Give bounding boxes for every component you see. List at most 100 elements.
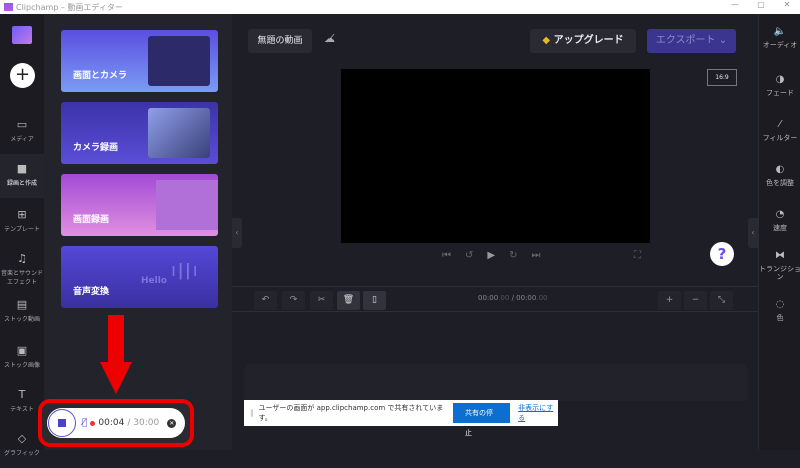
app-logo-icon: [4, 3, 13, 11]
left-nav: + ▭ メディア ■ 録画と作成 ⊞ テンプレート ♫ 音楽とサウンドエフェクト ▤ スト…: [0, 14, 44, 457]
stop-recording-button[interactable]: [48, 409, 76, 437]
card-label: 音声変換: [73, 287, 110, 297]
maximize-button[interactable]: ▢: [748, 0, 774, 9]
hello-text: Hello: [141, 276, 167, 286]
cancel-recording-icon[interactable]: ✕: [167, 418, 177, 428]
close-button[interactable]: ✕: [774, 0, 800, 9]
right-fade[interactable]: ◑ フェード: [759, 74, 800, 97]
nav-stock-video[interactable]: ▤ ストック動画: [0, 290, 44, 334]
music-icon: ♫: [17, 252, 27, 265]
rewind-5-icon[interactable]: ↺: [465, 250, 473, 261]
right-label: 色を調整: [766, 179, 794, 187]
zoom-in-icon[interactable]: +: [658, 291, 681, 310]
recording-highlight: 🎙̸ 00:04 / 30:00 ✕: [38, 399, 194, 447]
export-label: エクスポート: [655, 35, 716, 46]
collapse-left-panel[interactable]: ‹: [232, 218, 242, 248]
export-button[interactable]: エクスポート ⌄: [647, 29, 736, 53]
share-message: ユーザーの画面が app.clipchamp.com で共有されています。: [258, 404, 444, 422]
right-adjust-color[interactable]: ◐ 色を調整: [759, 164, 800, 187]
skip-forward-icon[interactable]: ⏭: [531, 250, 540, 261]
fit-timeline-icon[interactable]: ⤡: [710, 291, 733, 310]
nav-music[interactable]: ♫ 音楽とサウンドエフェクト: [0, 244, 44, 294]
right-label: フィルター: [762, 134, 798, 142]
contrast-icon: ◐: [775, 164, 785, 175]
card-screen-and-camera[interactable]: 画面とカメラ: [61, 30, 218, 92]
nav-label: ストック動画: [3, 316, 40, 323]
right-transition[interactable]: ⧓ トランジション: [759, 250, 800, 281]
undo-icon[interactable]: ↶: [254, 291, 277, 310]
right-audio[interactable]: 🔈 オーディオ: [759, 26, 800, 49]
nav-label: 録画と作成: [6, 180, 37, 187]
collapse-right-panel[interactable]: ‹: [748, 218, 758, 248]
hide-link[interactable]: 非表示にする: [518, 403, 558, 423]
image-icon: ▣: [16, 344, 28, 357]
nav-templates[interactable]: ⊞ テンプレート: [0, 200, 44, 244]
recording-dot-icon: [90, 420, 96, 426]
project-title[interactable]: 無題の動画: [248, 29, 312, 53]
right-sidebar: 🔈 オーディオ ◑ フェード ⁄ フィルター ◐ 色を調整 ◔ 速度 ⧓ トランジション ◌…: [758, 14, 800, 450]
aspect-ratio-button[interactable]: 16:9: [707, 69, 737, 86]
card-label: 画面録画: [73, 215, 110, 225]
time-divider: /: [511, 294, 514, 302]
annotation-arrow-shaft: [108, 315, 124, 365]
nav-media[interactable]: ▭ メディア: [0, 110, 44, 154]
current-frac: .00: [498, 294, 510, 302]
upgrade-label: アップグレード: [553, 35, 624, 46]
fade-icon: ◑: [775, 74, 785, 85]
right-label: トランジション: [759, 265, 800, 281]
card-text-to-speech[interactable]: Hello ıǀǀı 音声変換: [61, 246, 218, 308]
minimize-button[interactable]: —: [722, 0, 748, 9]
card-camera-recording[interactable]: カメラ録画: [61, 102, 218, 164]
right-label: 色: [776, 314, 784, 322]
screen-camera-thumbnail: [148, 36, 210, 86]
camera-icon: ■: [16, 162, 28, 175]
zoom-out-icon[interactable]: −: [684, 291, 707, 310]
elapsed-time: 00:04: [98, 418, 125, 428]
upgrade-button[interactable]: ◆ アップグレード: [530, 29, 636, 53]
add-button[interactable]: +: [10, 63, 35, 88]
skip-back-icon[interactable]: ⏮: [442, 250, 451, 261]
title-bar: Clipchamp – 動画エディター — ▢ ✕: [0, 0, 800, 14]
template-icon: ⊞: [17, 208, 27, 221]
help-button[interactable]: ?: [710, 242, 734, 266]
chevron-down-icon: ⌄: [718, 35, 728, 46]
timeline-track[interactable]: [245, 364, 747, 401]
mic-muted-icon[interactable]: 🎙̸: [82, 418, 87, 428]
nav-label: メディア: [10, 136, 34, 143]
forward-5-icon[interactable]: ↻: [509, 250, 517, 261]
right-filter[interactable]: ⁄ フィルター: [759, 119, 800, 142]
timeline-toolbar: ↶ ↷ ✂ 🗑 ▯ 00:00.00 / 00:00.00 + − ⤡: [232, 286, 758, 312]
wand-icon: ⁄: [779, 119, 781, 130]
card-label: カメラ録画: [73, 143, 119, 153]
stop-sharing-button[interactable]: 共有の停止: [453, 403, 511, 437]
delete-icon[interactable]: 🗑: [337, 291, 360, 310]
nav-label: テンプレート: [4, 226, 40, 233]
editor-main: 無題の動画 ☁̸ ◆ アップグレード エクスポート ⌄ 16:9 ⏮ ↺ ▶ ↻…: [232, 14, 758, 450]
limit-value: 30:00: [133, 418, 160, 428]
nav-label: ストック画像: [3, 362, 40, 369]
nav-label: 音楽とサウンドエフェクト: [0, 270, 43, 286]
cut-icon[interactable]: ✂: [310, 291, 333, 310]
card-screen-recording[interactable]: 画面録画: [61, 174, 218, 236]
camera-thumbnail: [148, 108, 210, 158]
right-speed[interactable]: ◔ 速度: [759, 209, 800, 232]
clipchamp-logo-icon: [12, 26, 32, 44]
speedometer-icon: ◔: [775, 209, 785, 220]
right-color[interactable]: ◌ 色: [759, 299, 800, 322]
right-label: オーディオ: [762, 41, 798, 49]
text-icon: T: [18, 388, 26, 401]
drag-handle-icon[interactable]: ‖: [250, 409, 254, 417]
cloud-off-icon[interactable]: ☁̸: [324, 32, 335, 45]
folder-icon: ▭: [16, 118, 28, 131]
play-icon[interactable]: ▶: [487, 250, 495, 261]
nav-record-create[interactable]: ■ 録画と作成: [0, 154, 44, 198]
screen-thumbnail: [156, 180, 218, 230]
fullscreen-icon[interactable]: ⛶: [634, 250, 641, 261]
record-create-panel: 画面とカメラ カメラ録画 画面録画 Hello ıǀǀı 音声変換: [44, 14, 232, 450]
redo-icon[interactable]: ↷: [282, 291, 305, 310]
timecode: 00:00.00 / 00:00.00: [478, 294, 547, 302]
nav-stock-images[interactable]: ▣ ストック画像: [0, 336, 44, 380]
card-label: 画面とカメラ: [73, 71, 128, 81]
stop-icon: [58, 419, 66, 427]
detach-audio-icon[interactable]: ▯: [363, 291, 386, 310]
